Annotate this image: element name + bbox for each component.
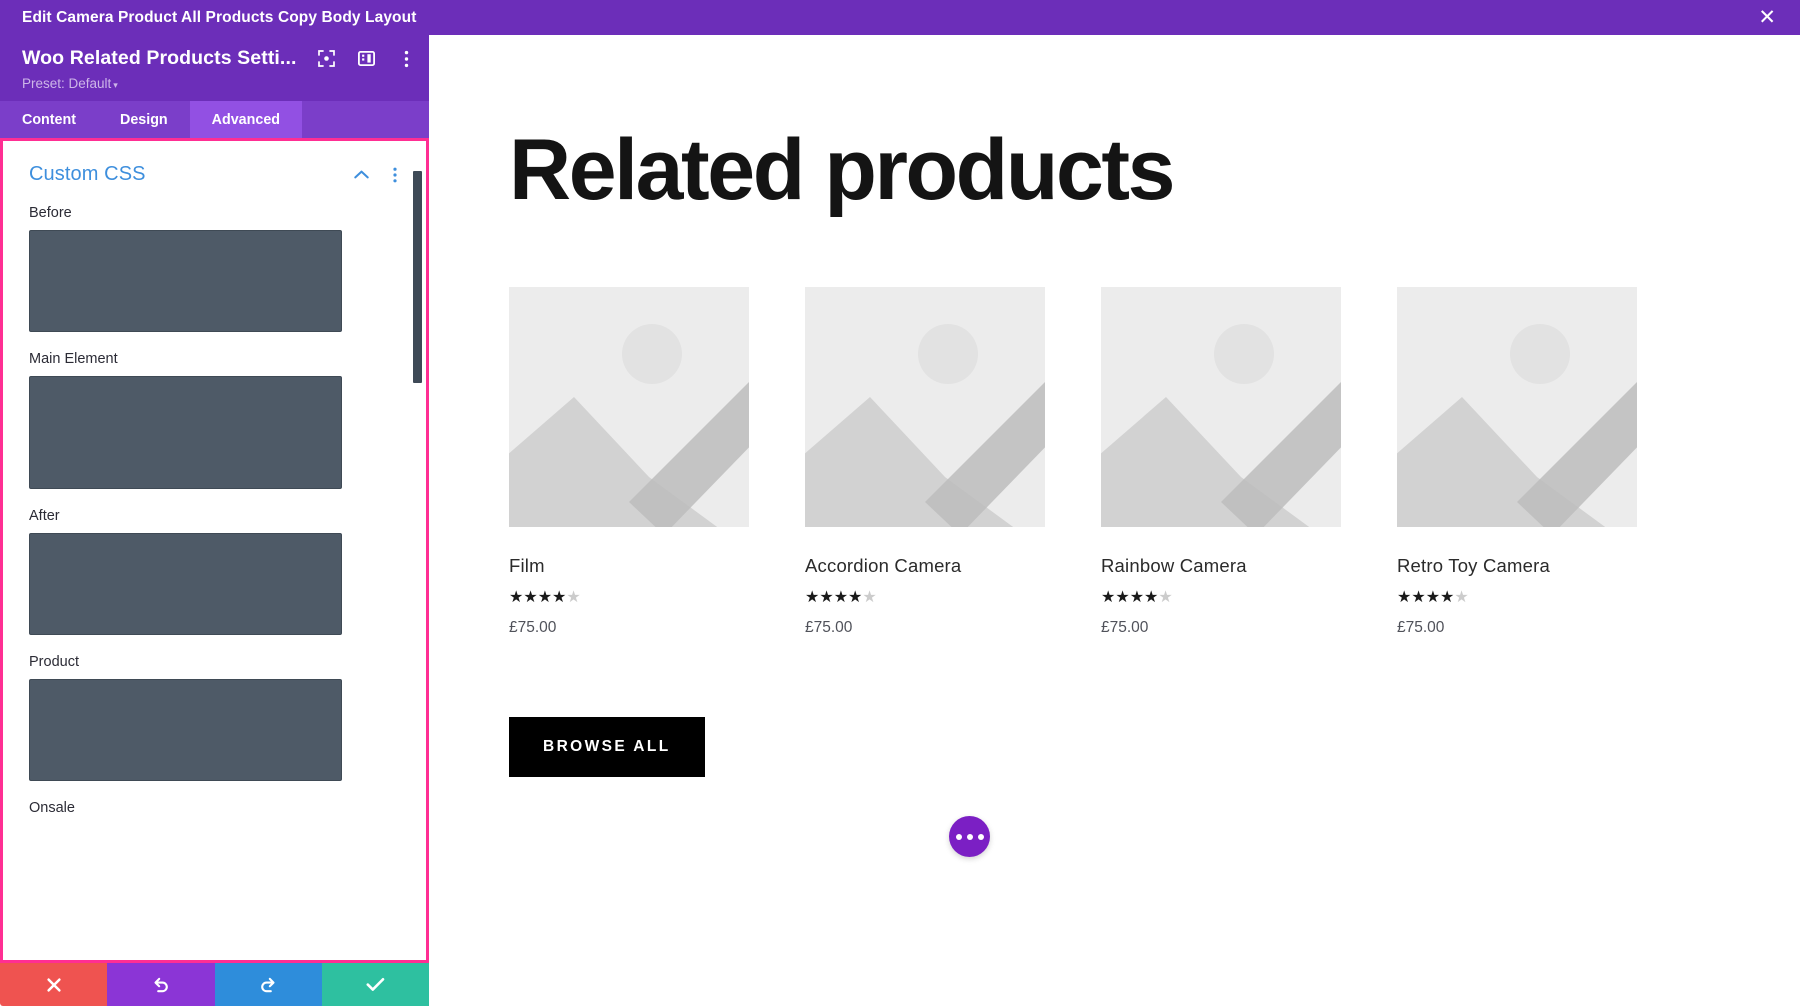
star-empty: ★ (566, 589, 581, 606)
product-card[interactable]: Accordion Camera ★★★★★ £75.00 (805, 287, 1045, 637)
product-price: £75.00 (805, 619, 853, 636)
product-card[interactable]: Film ★★★★★ £75.00 (509, 287, 749, 637)
css-textarea-main-element[interactable] (29, 376, 342, 489)
product-name[interactable]: Accordion Camera (805, 555, 1045, 577)
focus-target-icon[interactable] (317, 49, 337, 69)
fab-dot (955, 833, 962, 840)
field-product: Product (3, 654, 426, 781)
field-label: Before (29, 205, 72, 221)
section-actions (336, 166, 404, 184)
panel-scrollbar[interactable] (413, 171, 422, 831)
panel-header: Woo Related Products Setti... Preset: De… (0, 35, 429, 101)
close-icon (46, 977, 61, 992)
star-filled: ★ (1115, 589, 1130, 606)
product-card[interactable]: Rainbow Camera ★★★★★ £75.00 (1101, 287, 1341, 637)
product-name[interactable]: Retro Toy Camera (1397, 555, 1637, 577)
chevron-down-icon: ▾ (113, 80, 118, 90)
module-settings-panel: Woo Related Products Setti... Preset: De… (0, 35, 429, 1006)
star-filled: ★ (1129, 589, 1145, 606)
custom-css-section-header: Custom CSS (3, 141, 426, 186)
star-filled: ★ (1144, 589, 1159, 606)
undo-button[interactable] (107, 963, 215, 1006)
star-filled: ★ (1397, 589, 1412, 606)
star-filled: ★ (848, 589, 863, 606)
rating-stars: ★★★★★ (805, 590, 1045, 606)
product-image-placeholder[interactable] (805, 287, 1045, 527)
star-empty: ★ (862, 589, 877, 606)
chevron-up-icon[interactable] (352, 166, 370, 184)
star-filled: ★ (833, 589, 849, 606)
preset-selector[interactable]: Preset: Default ▾ (22, 76, 411, 91)
panel-body-highlight: Custom CSS Before Main Element After Pro… (0, 138, 429, 963)
star-filled: ★ (523, 589, 538, 606)
product-price: £75.00 (1397, 619, 1445, 636)
star-empty: ★ (1454, 589, 1469, 606)
product-price: £75.00 (1101, 619, 1149, 636)
product-image-placeholder[interactable] (1101, 287, 1341, 527)
panel-body: Custom CSS Before Main Element After Pro… (3, 141, 426, 960)
css-textarea-before[interactable] (29, 230, 342, 332)
panel-tabs: Content Design Advanced (0, 101, 429, 138)
close-icon[interactable]: ✕ (1758, 7, 1776, 28)
tab-advanced[interactable]: Advanced (189, 101, 303, 138)
redo-button[interactable] (214, 963, 322, 1006)
star-empty: ★ (1158, 589, 1173, 606)
product-name[interactable]: Rainbow Camera (1101, 555, 1341, 577)
panel-footer-actions (0, 963, 429, 1006)
layout-panel-icon[interactable] (357, 49, 377, 69)
redo-icon (261, 977, 275, 992)
field-onsale: Onsale (3, 800, 426, 816)
field-main-element: Main Element (3, 351, 426, 489)
save-button[interactable] (321, 963, 429, 1006)
star-filled: ★ (1101, 589, 1116, 606)
tab-design[interactable]: Design (98, 101, 190, 138)
panel-title: Woo Related Products Setti... (22, 47, 297, 69)
field-before: Before (3, 205, 426, 332)
browse-all-button[interactable]: BROWSE ALL (509, 717, 705, 777)
ellipsis-icon[interactable] (949, 816, 990, 857)
rating-stars: ★★★★★ (509, 590, 749, 606)
cancel-button[interactable] (0, 963, 108, 1006)
product-image-placeholder[interactable] (1397, 287, 1637, 527)
kebab-menu-icon[interactable] (386, 166, 404, 184)
page-preview: Related products Film ★★★★★ £75.00 Accor… (429, 35, 1800, 1006)
field-label: After (29, 508, 60, 524)
star-filled: ★ (1411, 589, 1426, 606)
product-image-placeholder[interactable] (509, 287, 749, 527)
star-filled: ★ (1440, 589, 1455, 606)
field-after: After (3, 508, 426, 635)
star-filled: ★ (819, 589, 834, 606)
panel-title-row: Woo Related Products Setti... (22, 47, 411, 70)
star-filled: ★ (805, 589, 820, 606)
star-filled: ★ (537, 589, 553, 606)
product-grid: Film ★★★★★ £75.00 Accordion Camera ★★★★★… (509, 287, 1800, 637)
scrollbar-thumb[interactable] (413, 171, 422, 383)
custom-css-title: Custom CSS (29, 163, 146, 185)
preview-content: Related products Film ★★★★★ £75.00 Accor… (429, 35, 1800, 777)
tab-content[interactable]: Content (0, 101, 98, 138)
star-filled: ★ (509, 589, 524, 606)
editor-title: Edit Camera Product All Products Copy Bo… (22, 8, 417, 26)
page-title: Related products (509, 122, 1175, 218)
kebab-menu-icon[interactable] (397, 49, 417, 69)
fab-dot (977, 833, 984, 840)
product-price: £75.00 (509, 619, 557, 636)
star-filled: ★ (552, 589, 567, 606)
product-name[interactable]: Film (509, 555, 749, 577)
rating-stars: ★★★★★ (1101, 590, 1341, 606)
undo-icon (154, 977, 168, 992)
editor-topbar: Edit Camera Product All Products Copy Bo… (0, 0, 1800, 35)
css-textarea-product[interactable] (29, 679, 342, 781)
rating-stars: ★★★★★ (1397, 590, 1637, 606)
field-label: Onsale (29, 800, 75, 816)
field-label: Main Element (29, 351, 118, 367)
fab-dot (966, 833, 973, 840)
product-card[interactable]: Retro Toy Camera ★★★★★ £75.00 (1397, 287, 1637, 637)
css-textarea-after[interactable] (29, 533, 342, 635)
field-label: Product (29, 654, 79, 670)
check-icon (366, 978, 385, 991)
preset-label: Preset: Default (22, 76, 112, 91)
star-filled: ★ (1425, 589, 1441, 606)
